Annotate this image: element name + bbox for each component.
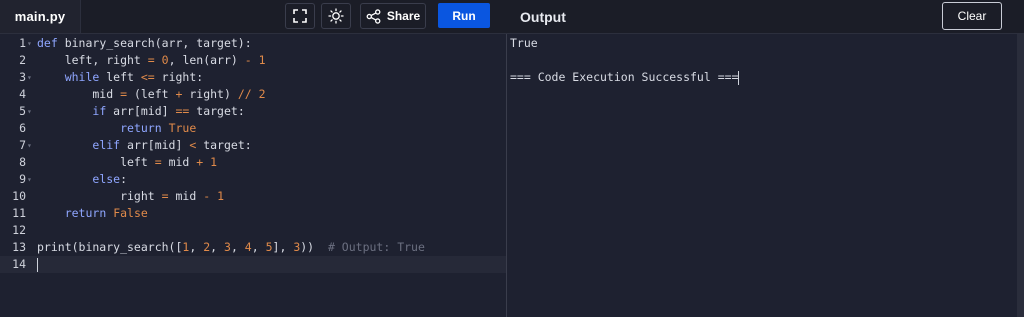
code-text: return True	[120, 121, 197, 135]
clear-label: Clear	[957, 9, 987, 23]
output-title: Output	[520, 8, 566, 25]
line-number: 9	[19, 172, 26, 186]
code-text: left, right = 0, len(arr) - 1	[37, 53, 266, 67]
output-line: True	[510, 36, 538, 50]
fold-chevron-icon[interactable]: ▾	[27, 69, 32, 86]
code-text: else:	[92, 172, 128, 186]
sun-icon	[328, 8, 344, 24]
line-number: 11	[12, 206, 26, 220]
line-number: 10	[12, 189, 26, 203]
output-scrollbar[interactable]	[1017, 34, 1024, 317]
code-text: def binary_search(arr, target):	[37, 36, 252, 50]
code-text: elif arr[mid] < target:	[92, 138, 252, 152]
line-number: 2	[19, 53, 26, 67]
line-number: 4	[19, 87, 26, 101]
code-text: print(binary_search([1, 2, 3, 4, 5], 3))…	[37, 240, 425, 254]
code-text: left = mid + 1	[37, 155, 218, 169]
code-line[interactable]: 10 right = mid - 1	[0, 188, 506, 205]
line-number: 14	[12, 257, 26, 271]
theme-toggle-button[interactable]	[321, 3, 351, 29]
line-number: 8	[19, 155, 26, 169]
line-number: 6	[19, 121, 26, 135]
share-label: Share	[386, 9, 421, 23]
code-text: right = mid - 1	[37, 189, 224, 203]
code-editor[interactable]: 1 ▾ def binary_search(arr, target): 2 left,…	[0, 34, 506, 317]
code-text	[37, 256, 38, 273]
line-number: 7	[19, 138, 26, 152]
clear-button[interactable]: Clear	[942, 2, 1002, 30]
code-line[interactable]: 11 return False	[0, 205, 506, 222]
line-number: 3	[19, 70, 26, 84]
line-number: 13	[12, 240, 26, 254]
line-number: 1	[19, 36, 26, 50]
code-line[interactable]: 14	[0, 256, 506, 273]
code-text: if arr[mid] == target:	[92, 104, 245, 118]
share-button[interactable]: Share	[360, 3, 426, 29]
top-bar: main.py Share Run Output Clear	[0, 0, 1024, 34]
fold-chevron-icon[interactable]: ▾	[27, 171, 32, 188]
code-line[interactable]: 2 left, right = 0, len(arr) - 1	[0, 52, 506, 69]
line-number: 12	[12, 223, 26, 237]
output-line: === Code Execution Successful ===	[510, 70, 740, 85]
code-line[interactable]: 4 mid = (left + right) // 2	[0, 86, 506, 103]
code-text: while left <= right:	[64, 70, 204, 84]
expand-icon	[293, 9, 307, 23]
code-line[interactable]: 3 ▾ while left <= right:	[0, 69, 506, 86]
share-icon	[366, 8, 381, 24]
code-line[interactable]: 8 left = mid + 1	[0, 154, 506, 171]
output-cursor	[738, 70, 740, 85]
code-line[interactable]: 1 ▾ def binary_search(arr, target):	[0, 35, 506, 52]
text-cursor	[37, 257, 38, 272]
fold-chevron-icon[interactable]: ▾	[27, 35, 32, 52]
file-tab-main[interactable]: main.py	[0, 0, 81, 33]
code-line[interactable]: 13 print(binary_search([1, 2, 3, 4, 5], 3…	[0, 239, 506, 256]
code-text: mid = (left + right) // 2	[37, 87, 266, 101]
code-line[interactable]: 5 ▾ if arr[mid] == target:	[0, 103, 506, 120]
line-number: 5	[19, 104, 26, 118]
fullscreen-button[interactable]	[285, 3, 315, 29]
run-label: Run	[452, 8, 476, 23]
file-tab-label: main.py	[14, 9, 66, 24]
fold-chevron-icon[interactable]: ▾	[27, 103, 32, 120]
code-text: return False	[64, 206, 148, 220]
run-button[interactable]: Run	[438, 3, 490, 28]
code-line[interactable]: 9 ▾ else:	[0, 171, 506, 188]
code-line[interactable]: 6 return True	[0, 120, 506, 137]
code-line[interactable]: 12	[0, 222, 506, 239]
fold-chevron-icon[interactable]: ▾	[27, 137, 32, 154]
code-line[interactable]: 7 ▾ elif arr[mid] < target:	[0, 137, 506, 154]
